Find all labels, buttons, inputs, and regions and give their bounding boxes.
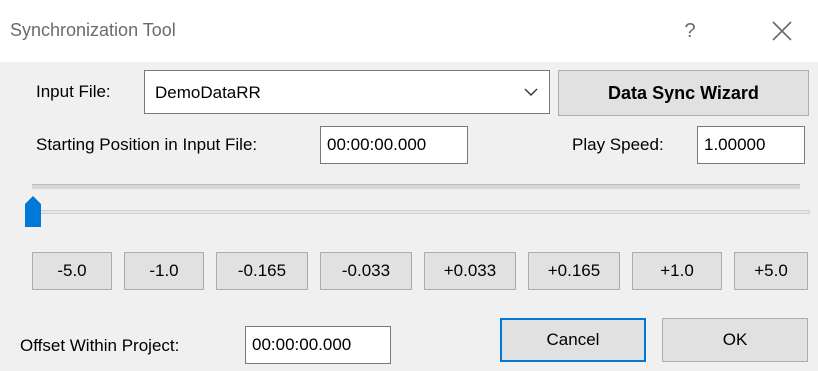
chevron-down-icon [524,88,538,96]
step-button-plus-1[interactable]: +1.0 [632,252,722,290]
data-sync-wizard-button[interactable]: Data Sync Wizard [558,70,809,116]
starting-position-input[interactable]: 00:00:00.000 [320,126,468,164]
step-button-plus-0-033[interactable]: +0.033 [424,252,516,290]
close-button[interactable] [760,14,804,48]
help-button[interactable]: ? [670,14,710,48]
step-button-minus-5[interactable]: -5.0 [32,252,112,290]
slider-upper-edge [32,184,800,189]
starting-position-label: Starting Position in Input File: [36,135,258,154]
ok-button[interactable]: OK [662,318,808,362]
window-title: Synchronization Tool [10,20,176,40]
position-slider-thumb[interactable] [24,194,42,228]
input-file-dropdown[interactable]: DemoDataRR [144,70,550,114]
offset-label: Offset Within Project: [20,336,180,355]
position-slider-track[interactable] [32,210,810,214]
step-button-plus-0-165[interactable]: +0.165 [528,252,620,290]
offset-input[interactable]: 00:00:00.000 [245,326,391,364]
step-button-minus-0-033[interactable]: -0.033 [320,252,412,290]
step-button-plus-5[interactable]: +5.0 [734,252,808,290]
input-file-label: Input File: [36,82,111,101]
step-button-minus-1[interactable]: -1.0 [124,252,204,290]
play-speed-input[interactable]: 1.00000 [697,126,805,164]
cancel-button[interactable]: Cancel [500,318,646,362]
help-icon: ? [684,20,696,42]
close-icon [772,21,792,41]
step-button-minus-0-165[interactable]: -0.165 [216,252,308,290]
title-bar: Synchronization Tool ? [0,0,818,62]
play-speed-label: Play Speed: [572,135,664,154]
input-file-value: DemoDataRR [155,83,261,102]
